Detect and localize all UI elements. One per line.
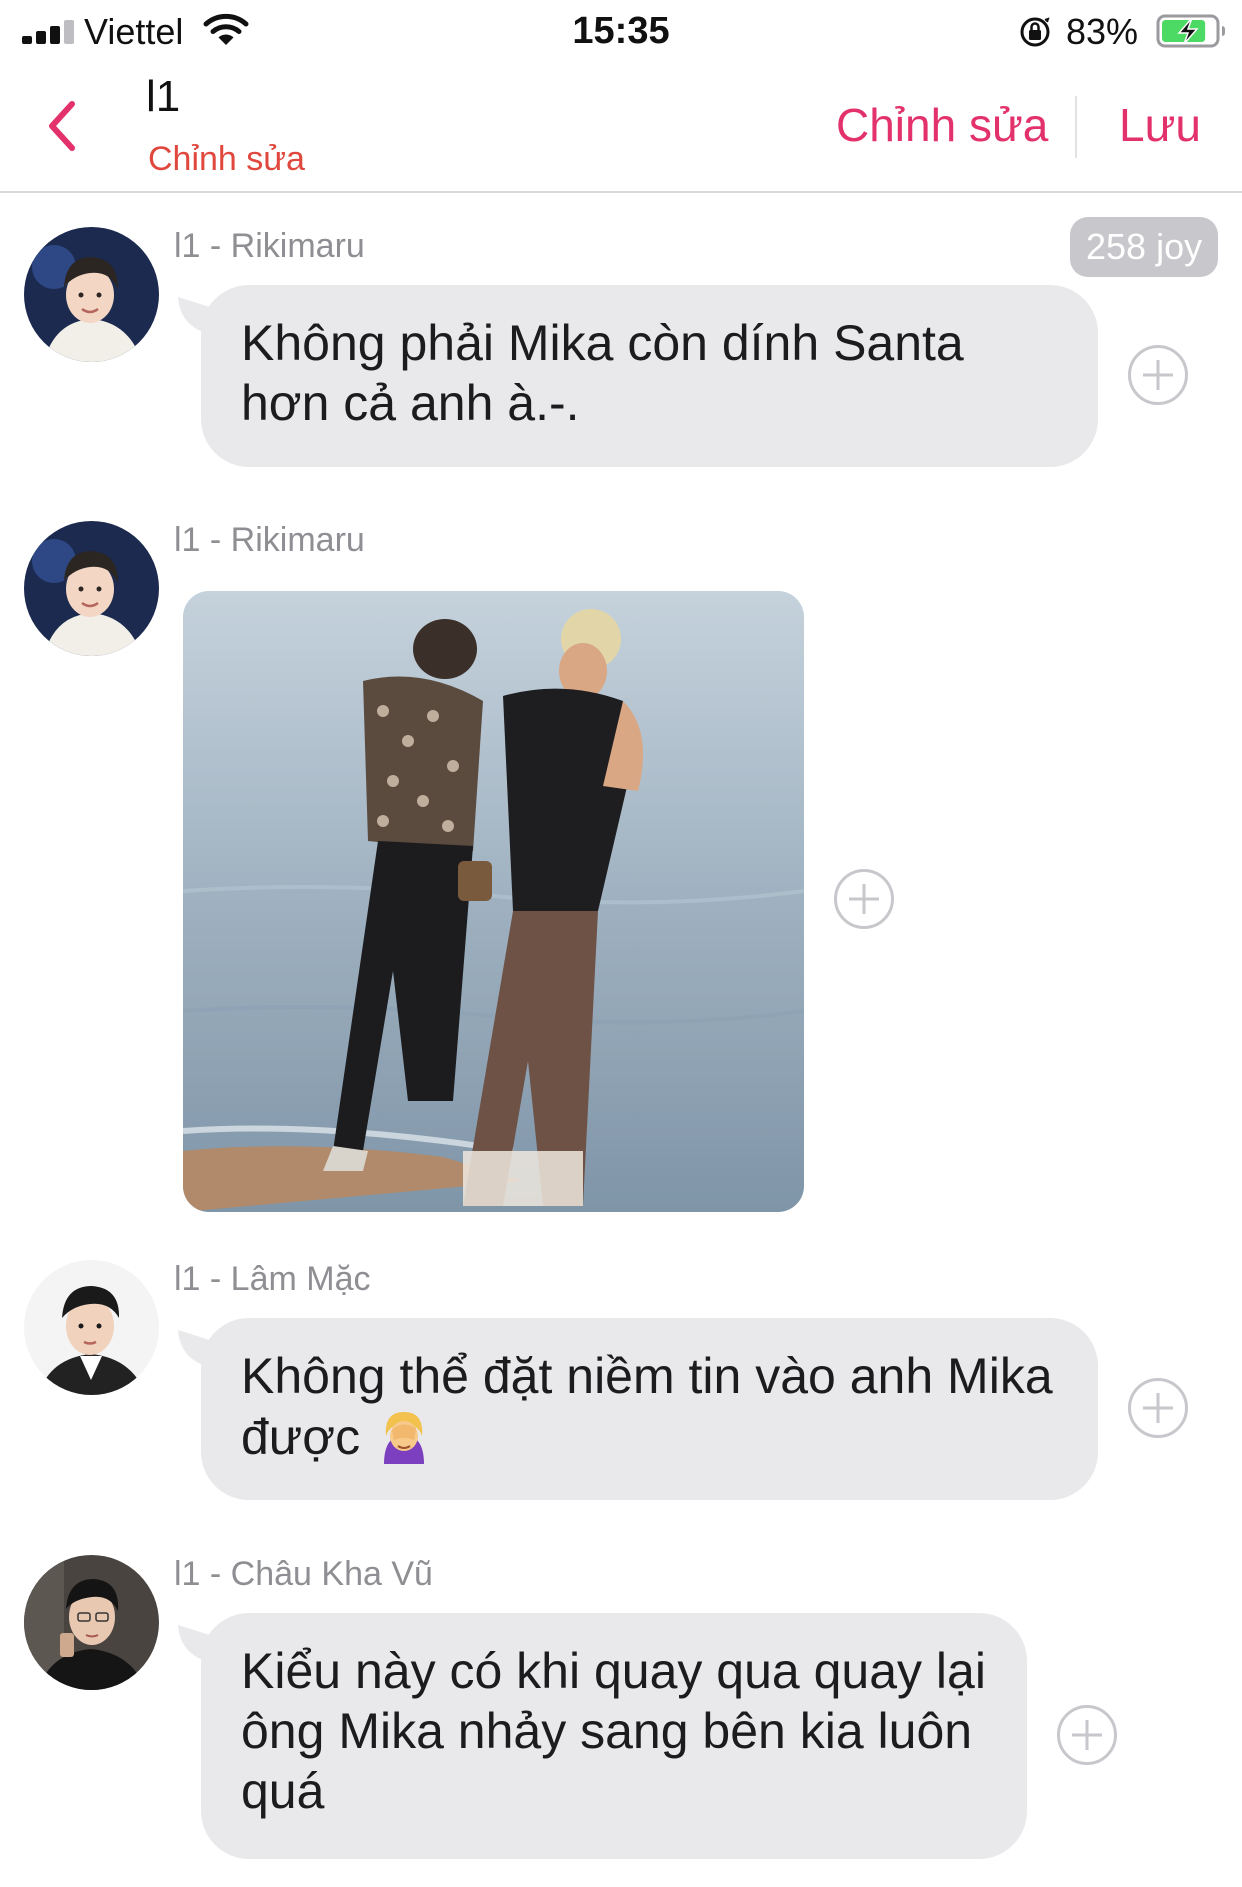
sender-name: l1 - Lâm Mặc bbox=[174, 1260, 371, 1298]
clock: 15:35 bbox=[572, 10, 670, 52]
sender-name: l1 - Châu Kha Vũ bbox=[174, 1555, 433, 1593]
avatar[interactable] bbox=[24, 521, 159, 656]
chevron-left-icon[interactable] bbox=[42, 98, 82, 154]
message-bubble[interactable]: Kiểu này có khi quay qua quay lại ông Mi… bbox=[201, 1613, 1027, 1859]
battery-charging-icon bbox=[1156, 14, 1225, 48]
conversation-subtitle[interactable]: Chỉnh sửa bbox=[148, 140, 305, 179]
sender-name: l1 - Rikimaru bbox=[174, 227, 365, 265]
avatar[interactable] bbox=[24, 227, 159, 362]
battery-percentage: 83% bbox=[1066, 11, 1139, 52]
add-reaction-button[interactable] bbox=[834, 869, 894, 929]
edit-button[interactable]: Chỉnh sửa bbox=[836, 98, 1048, 152]
nav-bar: l1 Chỉnh sửa Chỉnh sửa Lưu bbox=[0, 62, 1242, 193]
conversation-title: l1 bbox=[146, 72, 181, 121]
message-text: Không thể đặt niềm tin vào anh Mika được bbox=[241, 1348, 1053, 1465]
message-bubble[interactable]: Không thể đặt niềm tin vào anh Mika được bbox=[201, 1318, 1098, 1500]
avatar[interactable] bbox=[24, 1555, 159, 1690]
joy-badge: 258 joy bbox=[1070, 217, 1219, 277]
message-text: Không phải Mika còn dính Santa hơn cả an… bbox=[241, 315, 964, 431]
add-reaction-button[interactable] bbox=[1128, 345, 1188, 405]
avatar[interactable] bbox=[24, 1260, 159, 1395]
woman-facepalming-emoji bbox=[383, 1412, 424, 1464]
message-bubble[interactable]: Không phải Mika còn dính Santa hơn cả an… bbox=[201, 285, 1098, 467]
orientation-lock-icon bbox=[1020, 17, 1050, 47]
status-bar: Viettel 15:35 83% bbox=[0, 0, 1242, 62]
add-reaction-button[interactable] bbox=[1128, 1378, 1188, 1438]
message-text: Kiểu này có khi quay qua quay lại ông Mi… bbox=[241, 1643, 986, 1819]
message-photo[interactable] bbox=[183, 591, 804, 1212]
nav-divider bbox=[1075, 96, 1077, 158]
add-reaction-button[interactable] bbox=[1057, 1705, 1117, 1765]
sender-name: l1 - Rikimaru bbox=[174, 521, 365, 559]
save-button[interactable]: Lưu bbox=[1119, 98, 1201, 152]
